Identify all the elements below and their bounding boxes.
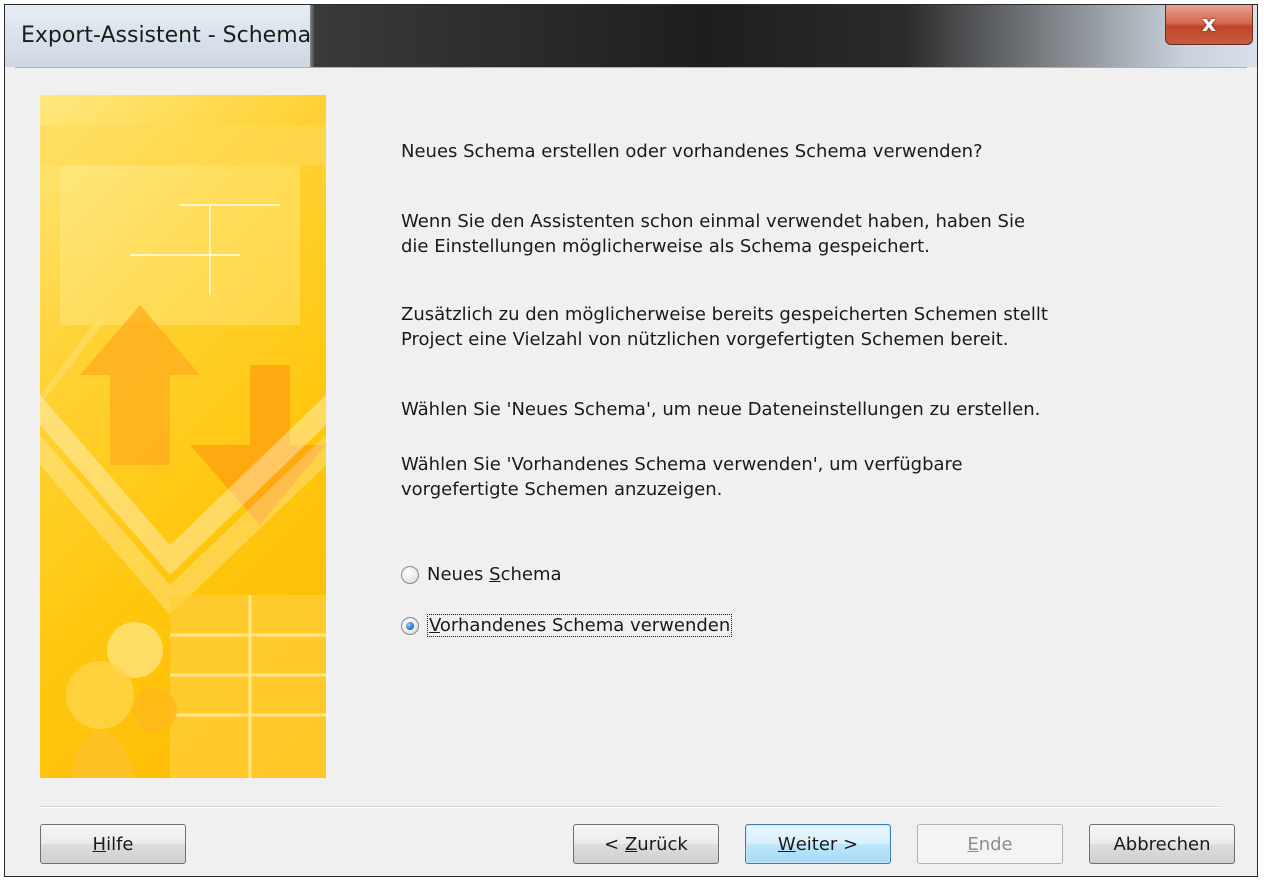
close-icon: x — [1201, 11, 1217, 37]
close-button[interactable]: x — [1165, 5, 1253, 45]
info-para4-line2: vorgefertigte Schemen anzuzeigen. — [401, 479, 723, 500]
radio-button-checked[interactable] — [401, 616, 419, 635]
info-para4-line1: Wählen Sie 'Vorhandenes Schema verwenden… — [401, 454, 963, 475]
footer-separator — [40, 806, 1222, 808]
info-para1-line1: Wenn Sie den Assistenten schon einmal ve… — [401, 211, 1026, 232]
help-button[interactable]: Hilfe — [40, 824, 186, 864]
radio-new-schema[interactable]: Neues Schema — [401, 564, 562, 585]
next-button[interactable]: Weiter > — [745, 824, 891, 864]
radio-button-unchecked[interactable] — [401, 565, 419, 584]
back-button[interactable]: < Zurück — [573, 824, 719, 864]
radio-new-schema-label: Neues Schema — [427, 564, 562, 585]
info-para3: Wählen Sie 'Neues Schema', um neue Daten… — [401, 399, 1041, 420]
banner-illustration — [40, 125, 326, 778]
export-wizard-window: Export-Assistent - Schema x Neues Schema… — [4, 4, 1258, 877]
info-para2-line2: Project eine Vielzahl von nützlichen vor… — [401, 329, 1009, 350]
window-title: Export-Assistent - Schema — [21, 23, 312, 48]
question-text: Neues Schema erstellen oder vorhandenes … — [401, 141, 983, 162]
wizard-banner-image — [40, 95, 326, 778]
info-para2-line1: Zusätzlich zu den möglicherweise bereits… — [401, 304, 1048, 325]
info-para1-line2: die Einstellungen möglicherweise als Sch… — [401, 236, 930, 257]
title-bar[interactable]: Export-Assistent - Schema x — [5, 5, 1257, 67]
cancel-button[interactable]: Abbrechen — [1089, 824, 1235, 864]
radio-existing-schema[interactable]: Vorhandenes Schema verwenden — [401, 614, 733, 637]
finish-button[interactable]: Ende — [917, 824, 1063, 864]
wizard-body: Neues Schema erstellen oder vorhandenes … — [15, 67, 1247, 871]
radio-existing-schema-label: Vorhandenes Schema verwenden — [427, 614, 733, 637]
